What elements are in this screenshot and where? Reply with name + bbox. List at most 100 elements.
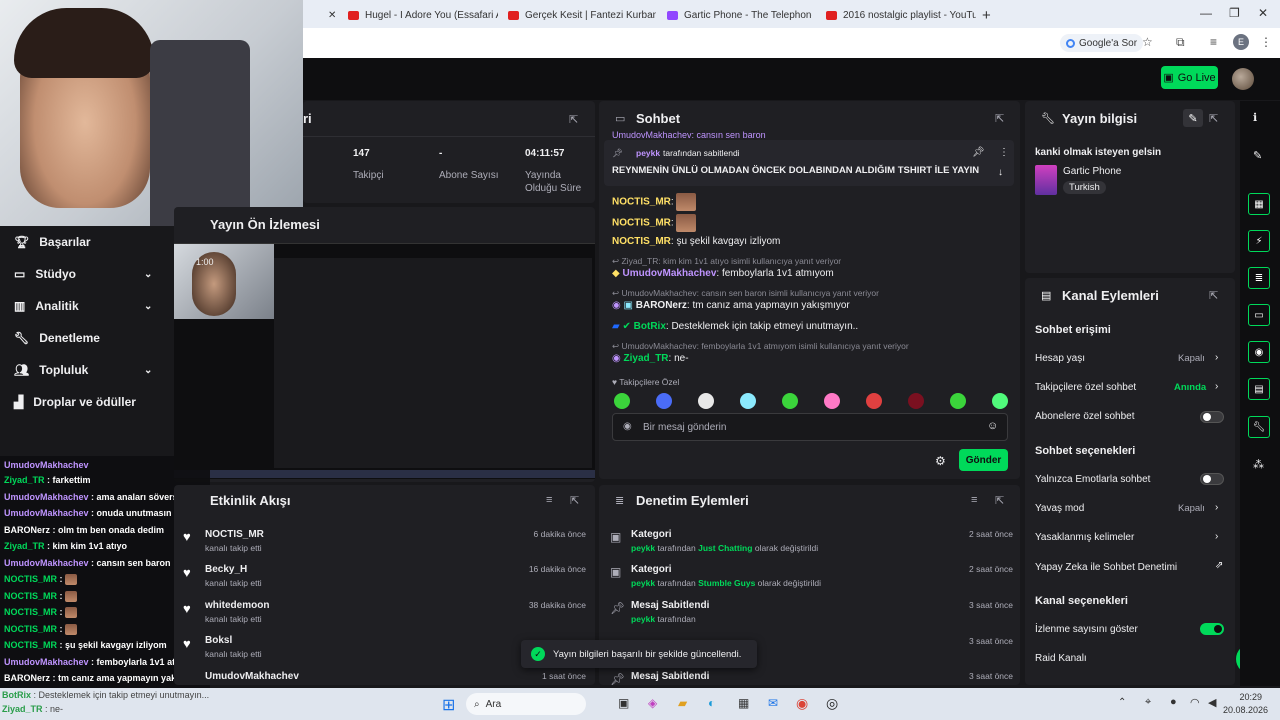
rail-button-chat[interactable]: ▭: [1248, 304, 1270, 326]
info-icon[interactable]: ℹ: [1253, 111, 1257, 124]
activity-name: NOCTIS_MR: [205, 529, 264, 540]
chrome-icon[interactable]: ◉: [796, 695, 808, 712]
extensions-icon[interactable]: ⁂: [1253, 458, 1264, 471]
mod-action-title: Mesaj Sabitlendi: [631, 671, 710, 682]
popout-icon[interactable]: ⇱: [995, 112, 1004, 125]
reply-context: ↩ UmudovMakhachev: femboylarla 1v1 atmıy…: [612, 341, 909, 351]
chevron-right-icon[interactable]: ›: [1215, 352, 1218, 363]
emote-only-toggle[interactable]: [1200, 473, 1224, 485]
expand-icon[interactable]: ↓: [998, 167, 1003, 178]
setting-followers-chat[interactable]: Takipçilere özel sohbet: [1035, 382, 1136, 393]
rail-button-stats[interactable]: ▦: [1248, 193, 1270, 215]
emote-icon[interactable]: [782, 393, 798, 409]
setting-ai-mod[interactable]: Yapay Zeka ile Sohbet Denetimi: [1035, 562, 1177, 573]
mail-icon[interactable]: ✉: [768, 696, 778, 710]
star-icon[interactable]: ☆: [1142, 35, 1153, 49]
stream-tag[interactable]: Turkish: [1063, 181, 1106, 194]
profile-avatar[interactable]: E: [1233, 34, 1249, 50]
rail-button-channel[interactable]: ▤: [1248, 378, 1270, 400]
sidebar-item-drops[interactable]: ▟ Droplar ve ödüller: [14, 395, 136, 409]
sidebar-item-community[interactable]: 👥︎ Topluluk ⌄: [14, 363, 152, 377]
view-count-toggle[interactable]: [1200, 623, 1224, 635]
tray-chevron-icon[interactable]: ⌃: [1118, 697, 1126, 708]
clock-date[interactable]: 20.08.2026: [1212, 705, 1268, 715]
settings-icon[interactable]: ⚙: [935, 454, 946, 468]
more-icon[interactable]: ⋮: [999, 147, 1009, 158]
taskbar-search[interactable]: ⌕ Ara: [466, 693, 586, 715]
setting-raid[interactable]: Raid Kanalı: [1035, 653, 1087, 664]
emote-icon[interactable]: [824, 393, 840, 409]
filter-icon[interactable]: ≡: [971, 494, 977, 506]
send-button[interactable]: Gönder: [959, 449, 1008, 471]
emote-icon[interactable]: [866, 393, 882, 409]
window-close-icon[interactable]: ✕: [1258, 6, 1268, 20]
chevron-right-icon[interactable]: ›: [1215, 502, 1218, 513]
browser-tab[interactable]: Gerçek Kesit | Fantezi Kurbanı...✕: [508, 4, 656, 26]
overlay-msg: UmudovMakhachev : onuda unutmasın: [4, 508, 172, 518]
chat-input-placeholder: Bir mesaj gönderin: [643, 422, 727, 433]
filter-icon[interactable]: ≡: [546, 494, 552, 506]
rail-button-activity[interactable]: ≣: [1248, 267, 1270, 289]
minimize-icon[interactable]: —: [1200, 6, 1212, 20]
emote-icon[interactable]: [908, 393, 924, 409]
popout-icon[interactable]: ⇱: [1209, 112, 1218, 125]
media-icon[interactable]: ≡: [1210, 35, 1217, 49]
subs-chat-toggle[interactable]: [1200, 411, 1224, 423]
emote-icon[interactable]: [698, 393, 714, 409]
edit-icon[interactable]: ✎: [1183, 109, 1203, 127]
sidebar-item-studio[interactable]: ▭ Stüdyo ⌄: [14, 267, 152, 281]
sidebar-item-achievements[interactable]: 🏆︎ Başarılar: [14, 235, 91, 249]
edit-icon[interactable]: ✎: [1253, 149, 1262, 162]
browser-tab-active[interactable]: Gartic Phone - The Telephone G...✕: [667, 4, 812, 26]
popout-icon[interactable]: ⇱: [1209, 289, 1218, 302]
emote-icon[interactable]: [656, 393, 672, 409]
menu-icon[interactable]: ⋮: [1260, 35, 1272, 49]
popout-icon[interactable]: ⇱: [995, 494, 1004, 507]
wifi-icon[interactable]: ◠: [1190, 696, 1200, 709]
external-link-icon[interactable]: ⇗: [1215, 560, 1223, 571]
maximize-icon[interactable]: ❐: [1229, 6, 1240, 20]
sidebar-item-moderation[interactable]: 🔧︎ Denetleme: [14, 331, 100, 345]
google-ask-button[interactable]: Google'a Sor: [1060, 34, 1144, 52]
extensions-icon[interactable]: ⧉: [1176, 35, 1185, 50]
setting-account-age[interactable]: Hesap yaşı: [1035, 353, 1085, 364]
edge-icon[interactable]: ◐: [708, 696, 715, 710]
windows-start-icon[interactable]: ⊞: [442, 695, 455, 715]
popout-icon[interactable]: ⇱: [569, 113, 578, 126]
folder-icon[interactable]: ▰: [678, 696, 687, 710]
followers-label: Takipçi: [353, 170, 384, 181]
camera-icon: ▣: [1163, 72, 1174, 84]
rail-button-quick-actions[interactable]: ⚡︎: [1248, 230, 1270, 252]
setting-banned-words[interactable]: Yasaklanmış kelimeler: [1035, 532, 1134, 543]
emote-icon[interactable]: [992, 393, 1008, 409]
activity-action: kanalı takip etti: [205, 614, 262, 624]
chevron-down-icon: ⌄: [144, 300, 153, 312]
obs-icon[interactable]: ◎: [826, 695, 838, 712]
copilot-icon[interactable]: ◈: [648, 696, 657, 710]
chevron-right-icon[interactable]: ›: [1215, 381, 1218, 392]
unpin-icon[interactable]: 📌︎: [972, 147, 985, 158]
setting-view-count: İzlenme sayısını göster: [1035, 624, 1138, 635]
avatar[interactable]: [1232, 68, 1254, 90]
emote-icon[interactable]: [950, 393, 966, 409]
popout-icon[interactable]: ⇱: [570, 494, 579, 507]
sidebar-item-analytics[interactable]: ▥ Analitik ⌄: [14, 299, 152, 313]
setting-slow-mode[interactable]: Yavaş mod: [1035, 503, 1084, 514]
subs-label: Abone Sayısı: [439, 170, 499, 181]
task-view-icon[interactable]: ▣: [618, 696, 629, 710]
store-icon[interactable]: ▦: [738, 696, 749, 710]
rail-button-preview[interactable]: ◉: [1248, 341, 1270, 363]
rail-button-stream-info[interactable]: 🔧︎: [1248, 416, 1270, 438]
new-tab-button[interactable]: +: [982, 4, 991, 26]
go-live-button[interactable]: ▣ Go Live: [1161, 66, 1218, 89]
chat-input[interactable]: ◉ Bir mesaj gönderin ☺: [612, 413, 1008, 441]
emote-icon[interactable]: [740, 393, 756, 409]
close-icon[interactable]: ✕: [328, 4, 340, 26]
clock-time[interactable]: 20:29: [1222, 692, 1262, 702]
browser-tab[interactable]: 2016 nostalgic playlist - YouTub...✕: [826, 4, 976, 26]
mod-action-time: 2 saat önce: [969, 529, 1013, 539]
emoji-icon[interactable]: ☺: [987, 420, 998, 432]
chevron-right-icon[interactable]: ›: [1215, 531, 1218, 542]
browser-tab[interactable]: Hugel - I Adore You (Essafari Afr...✕: [348, 4, 498, 26]
emote-icon[interactable]: [614, 393, 630, 409]
